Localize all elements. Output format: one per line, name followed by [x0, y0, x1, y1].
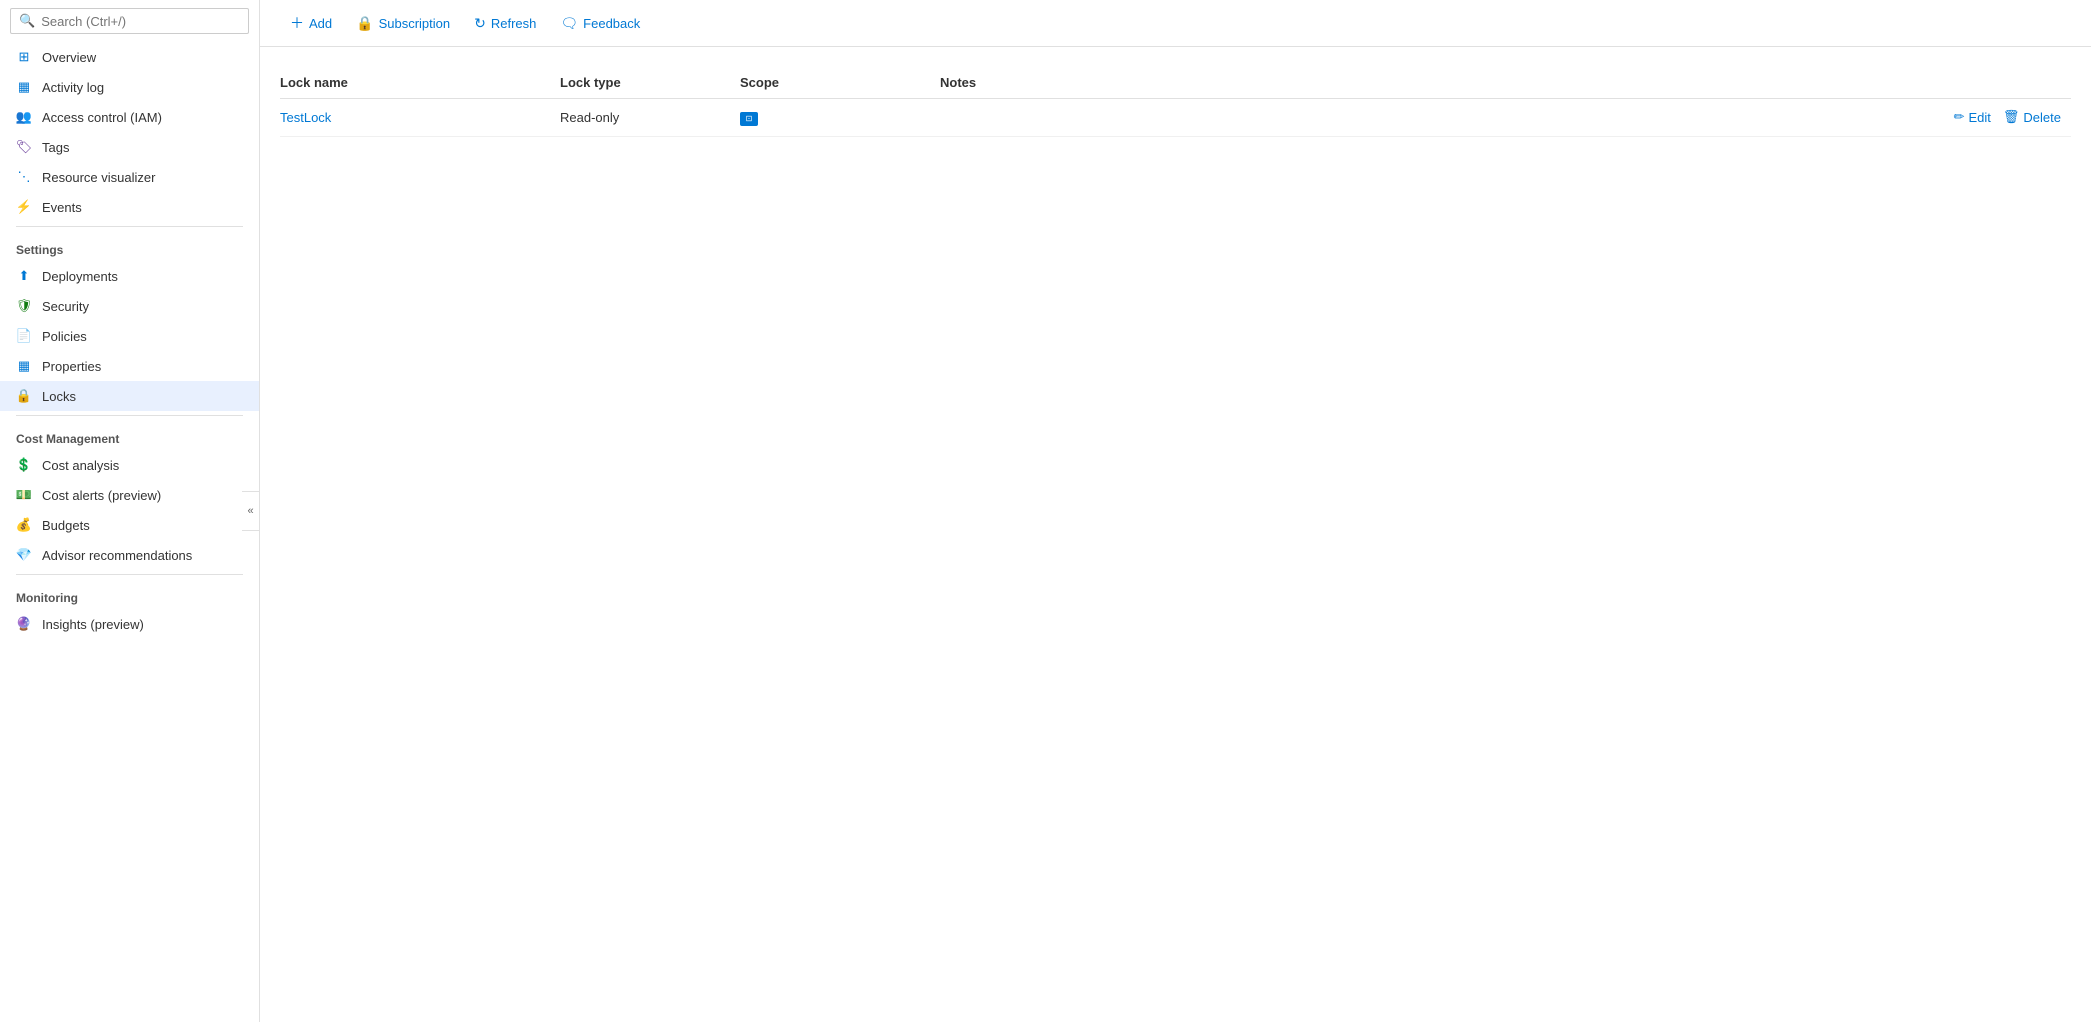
settings-divider — [16, 226, 243, 227]
sidebar-item-advisor[interactable]: 💎 Advisor recommendations — [0, 540, 259, 570]
feedback-label: Feedback — [583, 16, 640, 31]
sidebar-label-properties: Properties — [42, 359, 101, 374]
main-content: ＋ Add 🔒 Subscription ↻ Refresh 🗨 Feedbac… — [260, 0, 2091, 1022]
sidebar-icon-tags: 🏷 — [16, 139, 32, 155]
sidebar-icon-access-control: 👥 — [16, 109, 32, 125]
add-label: Add — [309, 16, 332, 31]
sidebar-label-events: Events — [42, 200, 82, 215]
scope-icon: ⊡ — [740, 112, 758, 126]
sidebar-icon-cost-analysis: 💲 — [16, 457, 32, 473]
subscription-label: Subscription — [379, 16, 451, 31]
add-icon: ＋ — [290, 13, 304, 33]
sidebar-item-locks[interactable]: 🔒 Locks — [0, 381, 259, 411]
sidebar-icon-advisor: 💎 — [16, 547, 32, 563]
sidebar-item-deployments[interactable]: ⬆ Deployments — [0, 261, 259, 291]
cost-divider — [16, 415, 243, 416]
cell-lock-type: Read-only — [560, 110, 740, 125]
col-lock-type: Lock type — [560, 75, 740, 90]
sidebar-item-cost-alerts[interactable]: 💵 Cost alerts (preview) — [0, 480, 259, 510]
search-icon: 🔍 — [19, 13, 35, 29]
sidebar-label-advisor: Advisor recommendations — [42, 548, 192, 563]
add-button[interactable]: ＋ Add — [280, 8, 342, 38]
sidebar-label-overview: Overview — [42, 50, 96, 65]
collapse-button[interactable]: « — [242, 491, 260, 531]
col-notes: Notes — [940, 75, 2071, 90]
sidebar-item-policies[interactable]: 📄 Policies — [0, 321, 259, 351]
sidebar-icon-policies: 📄 — [16, 328, 32, 344]
feedback-button[interactable]: 🗨 Feedback — [550, 10, 650, 37]
search-input[interactable] — [41, 14, 240, 29]
sidebar-icon-deployments: ⬆ — [16, 268, 32, 284]
sidebar-label-cost-analysis: Cost analysis — [42, 458, 119, 473]
sidebar-item-budgets[interactable]: 💰 Budgets — [0, 510, 259, 540]
sidebar-label-tags: Tags — [42, 140, 69, 155]
edit-icon: ✏ — [1954, 109, 1965, 125]
sidebar-icon-locks: 🔒 — [16, 388, 32, 404]
sidebar-icon-budgets: 💰 — [16, 517, 32, 533]
refresh-label: Refresh — [491, 16, 537, 31]
sidebar: 🔍 ⊞ Overview ▦ Activity log 👥 Access con… — [0, 0, 260, 1022]
sidebar-label-deployments: Deployments — [42, 269, 118, 284]
sidebar-item-overview[interactable]: ⊞ Overview — [0, 42, 259, 72]
sidebar-item-security[interactable]: 🛡 Security — [0, 291, 259, 321]
subscription-button[interactable]: 🔒 Subscription — [346, 10, 460, 37]
delete-button[interactable]: 🗑 Delete — [2003, 109, 2061, 125]
sidebar-label-locks: Locks — [42, 389, 76, 404]
lock-name-link[interactable]: TestLock — [280, 110, 331, 125]
table-row: TestLock Read-only ⊡ ✏ Edit 🗑 Delete — [280, 99, 2071, 137]
cost-section-label: Cost Management — [0, 420, 259, 450]
sidebar-label-budgets: Budgets — [42, 518, 90, 533]
col-scope: Scope — [740, 75, 940, 90]
monitoring-divider — [16, 574, 243, 575]
delete-label: Delete — [2023, 110, 2061, 125]
sidebar-item-insights[interactable]: 🔮 Insights (preview) — [0, 609, 259, 639]
sidebar-icon-insights: 🔮 — [16, 616, 32, 632]
sidebar-item-events[interactable]: ⚡ Events — [0, 192, 259, 222]
sidebar-label-insights: Insights (preview) — [42, 617, 144, 632]
cell-lock-name[interactable]: TestLock — [280, 110, 560, 125]
col-lock-name: Lock name — [280, 75, 560, 90]
sidebar-item-access-control[interactable]: 👥 Access control (IAM) — [0, 102, 259, 132]
sidebar-icon-events: ⚡ — [16, 199, 32, 215]
monitoring-section-label: Monitoring — [0, 579, 259, 609]
sidebar-label-policies: Policies — [42, 329, 87, 344]
content-area: Lock name Lock type Scope Notes TestLock… — [260, 47, 2091, 1022]
cell-scope: ⊡ — [740, 109, 940, 126]
edit-button[interactable]: ✏ Edit — [1954, 109, 1991, 125]
sidebar-item-activity-log[interactable]: ▦ Activity log — [0, 72, 259, 102]
subscription-icon: 🔒 — [356, 15, 373, 32]
sidebar-label-access-control: Access control (IAM) — [42, 110, 162, 125]
search-box[interactable]: 🔍 — [10, 8, 249, 34]
refresh-button[interactable]: ↻ Refresh — [464, 10, 546, 37]
settings-section-label: Settings — [0, 231, 259, 261]
table-header: Lock name Lock type Scope Notes — [280, 67, 2071, 99]
sidebar-label-security: Security — [42, 299, 89, 314]
sidebar-label-activity-log: Activity log — [42, 80, 104, 95]
sidebar-item-resource-visualizer[interactable]: ⋱ Resource visualizer — [0, 162, 259, 192]
sidebar-icon-overview: ⊞ — [16, 49, 32, 65]
row-actions: ✏ Edit 🗑 Delete — [1954, 109, 2061, 125]
sidebar-item-cost-analysis[interactable]: 💲 Cost analysis — [0, 450, 259, 480]
sidebar-icon-properties: ▦ — [16, 358, 32, 374]
refresh-icon: ↻ — [474, 15, 486, 32]
toolbar: ＋ Add 🔒 Subscription ↻ Refresh 🗨 Feedbac… — [260, 0, 2091, 47]
sidebar-icon-resource-visualizer: ⋱ — [16, 169, 32, 185]
sidebar-label-resource-visualizer: Resource visualizer — [42, 170, 155, 185]
sidebar-label-cost-alerts: Cost alerts (preview) — [42, 488, 161, 503]
sidebar-item-properties[interactable]: ▦ Properties — [0, 351, 259, 381]
delete-icon: 🗑 — [2003, 109, 2020, 125]
sidebar-icon-activity-log: ▦ — [16, 79, 32, 95]
sidebar-icon-cost-alerts: 💵 — [16, 487, 32, 503]
sidebar-item-tags[interactable]: 🏷 Tags — [0, 132, 259, 162]
edit-label: Edit — [1969, 110, 1991, 125]
feedback-icon: 🗨 — [560, 15, 578, 32]
sidebar-icon-security: 🛡 — [16, 298, 32, 314]
